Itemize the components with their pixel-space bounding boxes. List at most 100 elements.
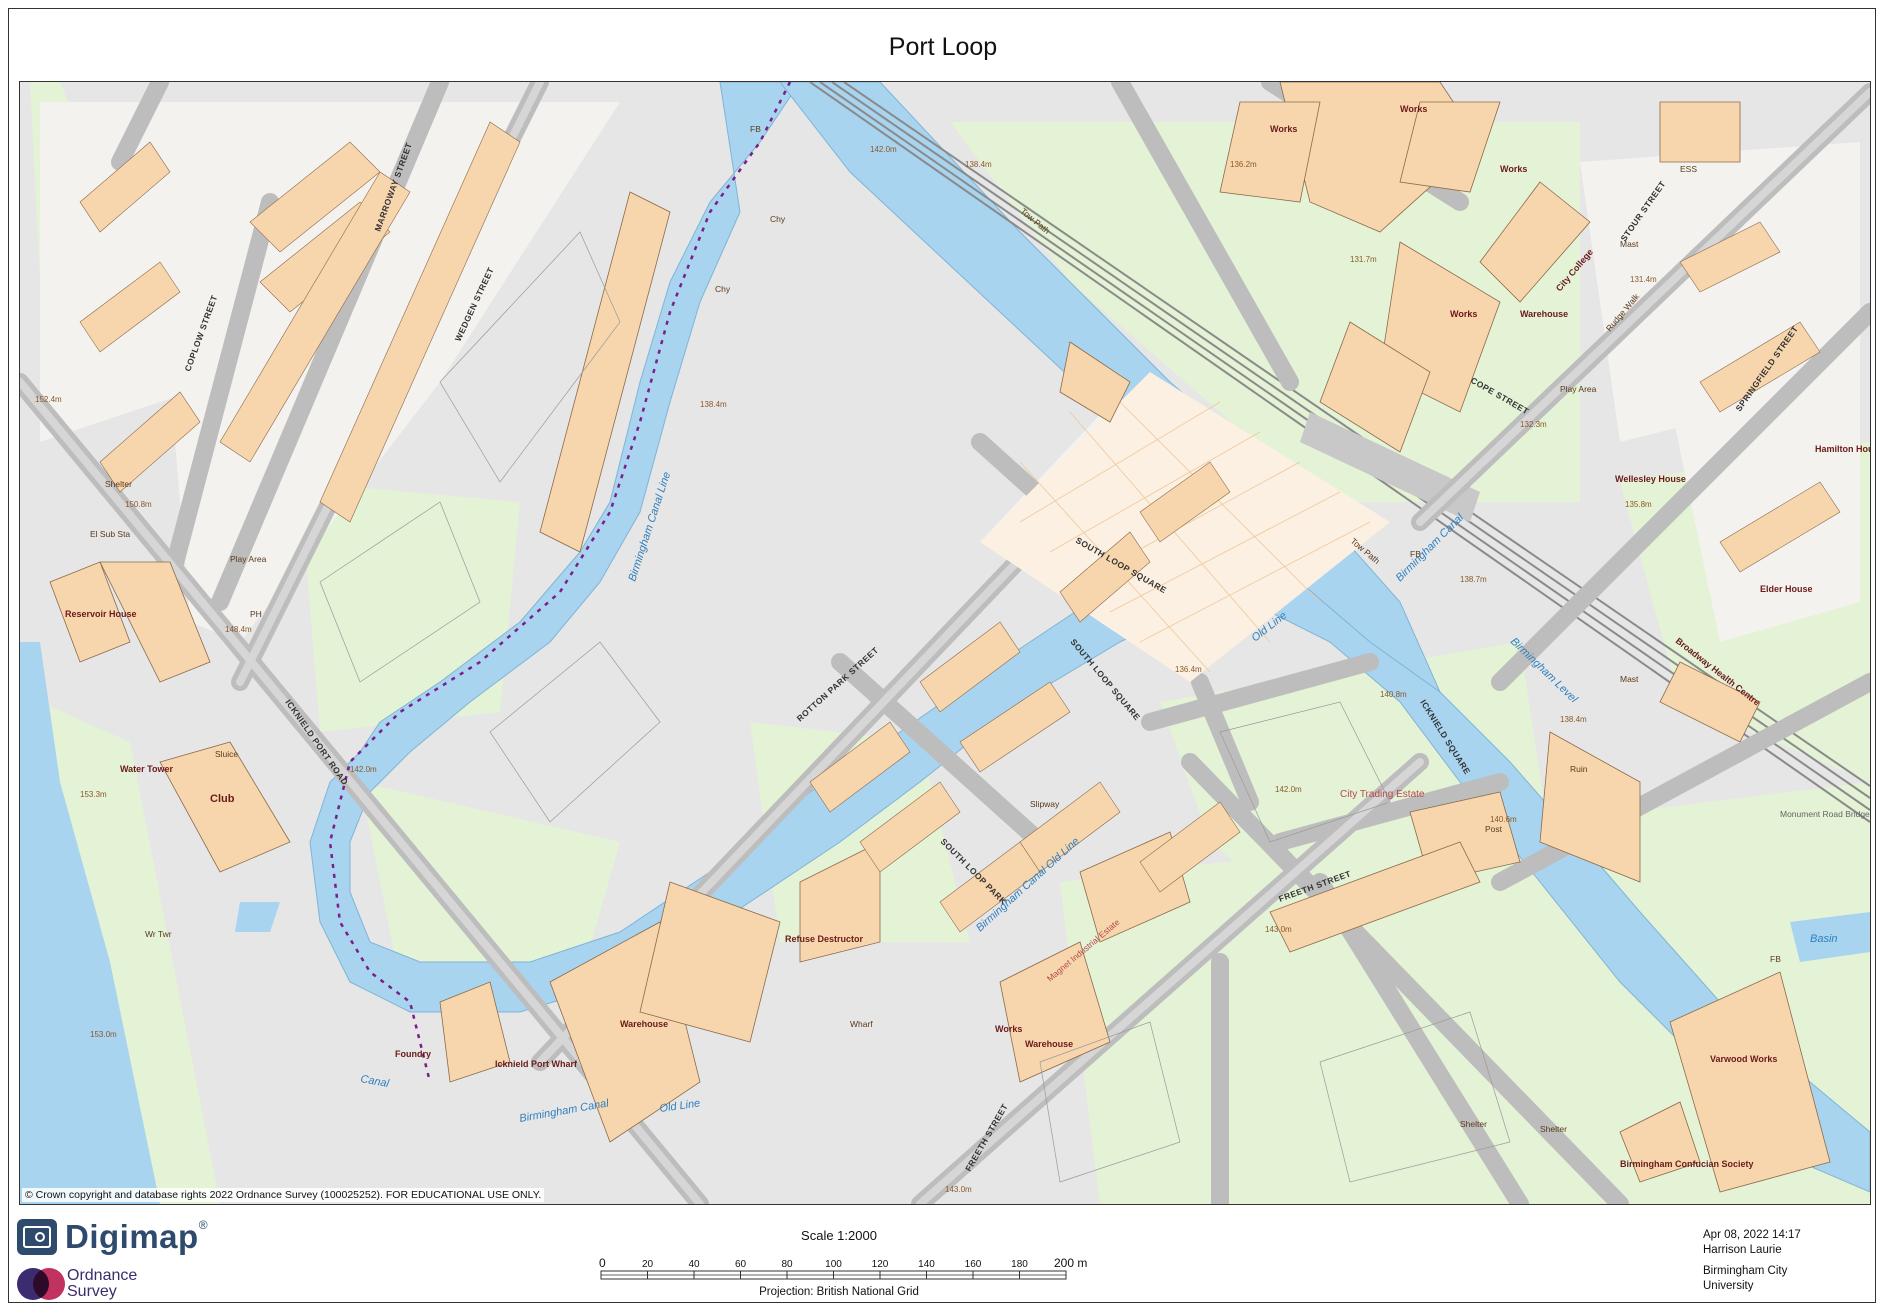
- spot-height: 138.7m: [1460, 575, 1487, 584]
- map-frame[interactable]: Birmingham Canal Line Birmingham Canal B…: [19, 81, 1871, 1205]
- scale-bar: 0 20 40 60 80 100 120 140 160 180 200 m: [599, 1256, 1087, 1280]
- spot-height: 138.4m: [965, 160, 992, 169]
- spot-height: 143.0m: [945, 1185, 972, 1194]
- spot-height: 148.4m: [225, 625, 252, 634]
- map-canvas[interactable]: Birmingham Canal Line Birmingham Canal B…: [20, 82, 1870, 1204]
- scale-tick-label: 160: [965, 1259, 982, 1270]
- building-label: FB: [1770, 954, 1781, 964]
- building-label: FB: [1410, 549, 1421, 559]
- building-label: Works: [1450, 309, 1477, 319]
- building-label: Monument Road Bridge: [1780, 809, 1870, 819]
- spot-height: 140.6m: [1490, 815, 1517, 824]
- scale-tick-label: 100: [825, 1259, 842, 1270]
- building-label: Elder House: [1760, 584, 1813, 594]
- building-label: Birmingham Confucian Society: [1620, 1159, 1754, 1169]
- spot-height: 153.3m: [80, 790, 107, 799]
- building-label: Works: [1400, 104, 1427, 114]
- os-wordmark-line2: Survey: [67, 1283, 117, 1300]
- spot-height: 142.0m: [1275, 785, 1302, 794]
- scale-tick-label: 0: [599, 1256, 606, 1270]
- building-label: Warehouse: [620, 1019, 668, 1029]
- building-label: ESS: [1680, 164, 1697, 174]
- building-label: Refuse Destructor: [785, 934, 864, 944]
- spot-height: 152.4m: [35, 395, 62, 404]
- building-label: Warehouse: [1025, 1039, 1073, 1049]
- water-label: Basin: [1810, 933, 1838, 945]
- os-circles-icon: [17, 1266, 65, 1302]
- building-label: Mast: [1620, 674, 1639, 684]
- ordnance-survey-logo: Ordnance Survey: [17, 1266, 137, 1302]
- digimap-wordmark: Digimap: [65, 1218, 199, 1255]
- footer: Digimap® Ordnance Survey Scale 1:2000 0 2…: [9, 1214, 1877, 1304]
- organisation-line2: University: [1703, 1280, 1754, 1292]
- spot-height: 136.2m: [1230, 160, 1257, 169]
- building-label: Hamilton House: [1815, 444, 1870, 454]
- spot-height: 131.4m: [1630, 275, 1657, 284]
- building-label: Varwood Works: [1710, 1054, 1777, 1064]
- spot-height: 138.4m: [700, 400, 727, 409]
- building-label: Sluice: [215, 749, 238, 759]
- building-label: Warehouse: [1520, 309, 1568, 319]
- os-wordmark-line1: Ordnance: [67, 1267, 138, 1284]
- building-label: Water Tower: [120, 764, 174, 774]
- spot-height: 142.0m: [870, 145, 897, 154]
- building-label: El Sub Sta: [90, 529, 130, 539]
- building-label: Works: [1270, 124, 1297, 134]
- copyright-notice: © Crown copyright and database rights 20…: [22, 1188, 545, 1202]
- spot-height: 153.0m: [90, 1030, 117, 1039]
- building-label: Reservoir House: [65, 609, 137, 619]
- page-title: Port Loop: [888, 33, 998, 61]
- scale-tick-labels: 0 20 40 60 80 100 120 140 160 180 200 m: [599, 1256, 1087, 1270]
- scale-tick-label: 120: [872, 1259, 889, 1270]
- building-label: City Trading Estate: [1340, 789, 1425, 800]
- building-label: Play Area: [1560, 384, 1597, 394]
- building-label: Ruin: [1570, 764, 1588, 774]
- spot-height: 150.8m: [125, 500, 152, 509]
- author-name: Harrison Laurie: [1703, 1244, 1782, 1256]
- building-label: Works: [1500, 164, 1527, 174]
- building-label: Wharf: [850, 1019, 873, 1029]
- spot-height: 140.8m: [1380, 690, 1407, 699]
- building-label: Shelter: [105, 479, 132, 489]
- building-label: Works: [995, 1024, 1022, 1034]
- map-sheet: Port Loop Birmingham Canal Line Birmingh…: [8, 8, 1876, 1303]
- registered-mark: ®: [198, 1218, 208, 1232]
- map-metadata: Apr 08, 2022 14:17 Harrison Laurie Birmi…: [1703, 1228, 1801, 1294]
- organisation-line1: Birmingham City: [1703, 1265, 1788, 1277]
- scale-tick-label: 20: [642, 1259, 654, 1270]
- scale-segments: [600, 1270, 1067, 1280]
- scale-title: Scale 1:2000: [801, 1228, 877, 1243]
- building-label: Icknield Port Wharf: [495, 1059, 578, 1069]
- scale-tick-label: 80: [781, 1259, 793, 1270]
- scale-tick-label: 200 m: [1054, 1256, 1087, 1270]
- projection-label: Projection: British National Grid: [759, 1286, 919, 1298]
- building-label: Slipway: [1030, 799, 1060, 809]
- digimap-logo: Digimap®: [17, 1218, 208, 1256]
- spot-height: 138.4m: [1560, 715, 1587, 724]
- building-label: Wr Twr: [145, 929, 172, 939]
- scale-tick-label: 140: [918, 1259, 935, 1270]
- spot-height: 142.0m: [350, 765, 377, 774]
- spot-height: 132.3m: [1520, 420, 1547, 429]
- building-label: PH: [250, 609, 262, 619]
- print-date: Apr 08, 2022 14:17: [1703, 1229, 1801, 1241]
- scale-tick-label: 40: [688, 1259, 700, 1270]
- building-label: Play Area: [230, 554, 267, 564]
- scale-tick-label: 60: [735, 1259, 747, 1270]
- spot-height: 143.0m: [1265, 925, 1292, 934]
- building-label: Wellesley House: [1615, 474, 1686, 484]
- building-label: Foundry: [395, 1049, 431, 1059]
- building-label: Mast: [1620, 239, 1639, 249]
- building-label: FB: [750, 124, 761, 134]
- spot-height: 131.7m: [1350, 255, 1377, 264]
- building-label: Chy: [715, 284, 731, 294]
- building-label: Shelter: [1540, 1124, 1567, 1134]
- digimap-map-icon: [17, 1219, 57, 1255]
- building-label: Chy: [770, 214, 786, 224]
- building-label: Club: [210, 793, 235, 805]
- building-label: Shelter: [1460, 1119, 1487, 1129]
- scale-tick-label: 180: [1011, 1259, 1028, 1270]
- building-label: Post: [1485, 824, 1503, 834]
- spot-height: 135.8m: [1625, 500, 1652, 509]
- spot-height: 136.4m: [1175, 665, 1202, 674]
